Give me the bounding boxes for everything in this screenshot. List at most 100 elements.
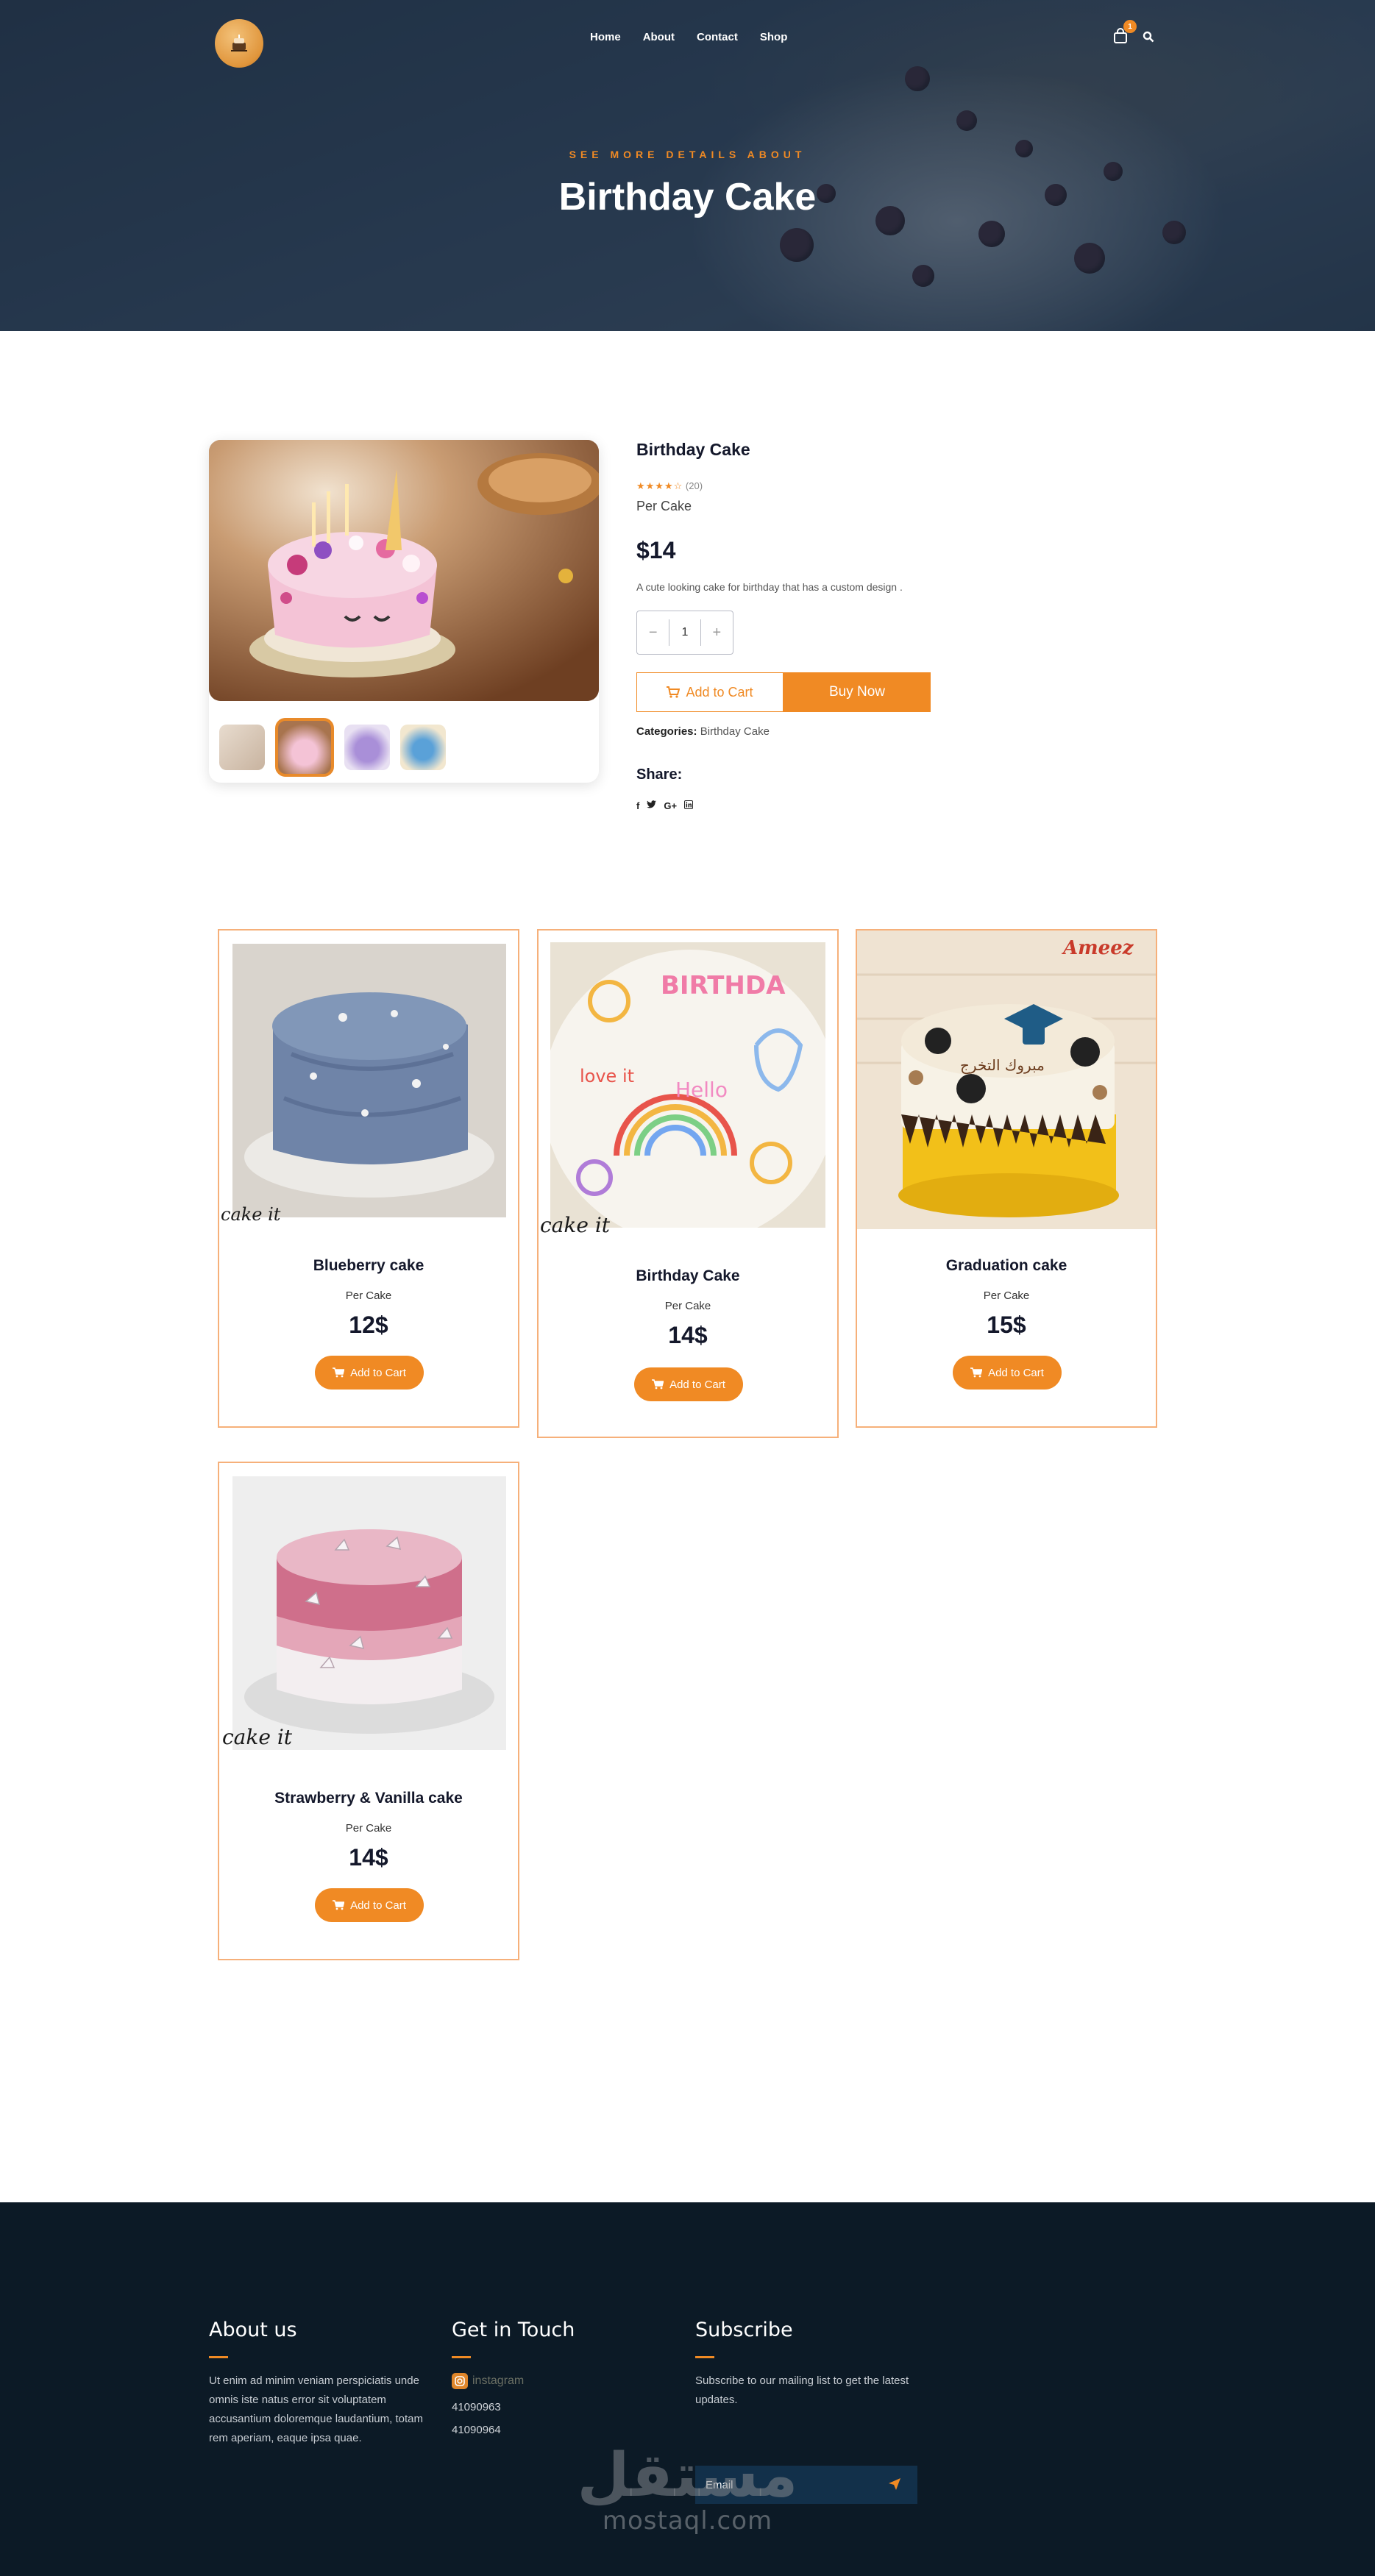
thumbnail-strip <box>219 718 446 777</box>
phone-number-1[interactable]: 41090963 <box>452 2401 672 2413</box>
card-brand-watermark: cake it <box>221 1204 281 1225</box>
add-to-cart-label: Add to Cart <box>350 1899 406 1912</box>
facebook-icon[interactable]: f <box>636 800 639 811</box>
nav-home[interactable]: Home <box>590 31 621 43</box>
cart-icon <box>652 1379 664 1390</box>
google-plus-icon[interactable]: G+ <box>664 800 677 811</box>
add-to-cart-label: Add to Cart <box>686 684 753 700</box>
add-to-cart-button[interactable]: Add to Cart <box>636 672 784 712</box>
footer-subscribe-text: Subscribe to our mailing list to get the… <box>695 2374 909 2406</box>
quantity-value[interactable]: 1 <box>669 619 701 646</box>
categories-label: Categories: <box>636 725 697 738</box>
product-price: $14 <box>636 537 676 563</box>
quantity-decrease-button[interactable]: − <box>637 611 669 655</box>
product-card: cake it Strawberry & Vanilla cake Per Ca… <box>218 1462 519 1960</box>
add-to-cart-label: Add to Cart <box>669 1378 725 1391</box>
hero-banner: Home About Contact Shop 1 SEE MORE DETAI… <box>0 0 1375 331</box>
share-icons: f G+ <box>636 800 694 811</box>
nav-contact[interactable]: Contact <box>697 31 738 43</box>
instagram-label: instagram <box>472 2374 525 2387</box>
nav-about[interactable]: About <box>643 31 675 43</box>
product-card-name[interactable]: Blueberry cake <box>219 1257 518 1275</box>
cart-icon <box>667 686 681 698</box>
quantity-stepper: − 1 + <box>636 611 733 655</box>
category-link[interactable]: Birthday Cake <box>700 725 770 738</box>
product-card-unit: Per Cake <box>345 1822 392 1835</box>
product-main-image <box>209 440 599 701</box>
footer-about-title: About us <box>209 2319 297 2341</box>
instagram-icon <box>452 2373 468 2389</box>
buy-now-button[interactable]: Buy Now <box>784 672 931 712</box>
card-brand-watermark: cake it <box>222 1725 293 1749</box>
product-unit: Per Cake <box>636 499 692 513</box>
product-description: A cute looking cake for birthday that ha… <box>636 581 903 593</box>
svg-text:love it: love it <box>580 1066 634 1086</box>
product-categories: Categories: Birthday Cake <box>636 725 770 738</box>
mostaql-watermark: مستقل mostaql.com <box>0 2441 1375 2536</box>
phone-number-2[interactable]: 41090964 <box>452 2424 672 2436</box>
footer-divider <box>695 2356 714 2358</box>
product-card: cake it Blueberry cake Per Cake 12$ Add … <box>218 929 519 1428</box>
cart-icon <box>333 1900 345 1910</box>
thumbnail-2-active[interactable] <box>275 718 334 777</box>
product-card: Ameez مبروك التخرج Graduation cake Per C… <box>856 929 1157 1428</box>
footer-contact: Get in Touch instagram 41090963 41090964 <box>452 2319 672 2436</box>
product-gallery <box>209 440 599 783</box>
share-heading: Share: <box>636 766 683 783</box>
footer-contact-title: Get in Touch <box>452 2319 575 2341</box>
hero-overlay <box>0 0 1375 331</box>
watermark-arabic: مستقل <box>577 2441 798 2511</box>
product-card-price: 12$ <box>349 1312 388 1338</box>
card-brand-watermark: cake it <box>540 1213 611 1237</box>
add-to-cart-label: Add to Cart <box>988 1366 1044 1379</box>
add-to-cart-label: Add to Cart <box>350 1366 406 1379</box>
thumbnail-4[interactable] <box>400 725 446 770</box>
product-card-unit: Per Cake <box>664 1300 711 1312</box>
rating-stars-icon: ★★★★☆ <box>636 480 683 491</box>
product-card-unit: Per Cake <box>983 1289 1030 1302</box>
footer-divider <box>452 2356 471 2358</box>
product-card-name[interactable]: Strawberry & Vanilla cake <box>219 1790 518 1807</box>
search-icon[interactable] <box>1143 31 1154 43</box>
product-rating: ★★★★☆ (20) <box>636 480 703 492</box>
add-to-cart-button[interactable]: Add to Cart <box>315 1356 424 1390</box>
main-nav: Home About Contact Shop <box>590 31 809 43</box>
add-to-cart-button[interactable]: Add to Cart <box>953 1356 1062 1390</box>
quantity-increase-button[interactable]: + <box>701 611 733 655</box>
product-card-price: 15$ <box>987 1312 1026 1338</box>
watermark-latin: mostaql.com <box>602 2506 773 2536</box>
twitter-icon[interactable] <box>647 800 657 811</box>
product-card-name[interactable]: Graduation cake <box>857 1257 1156 1275</box>
product-card-price: 14$ <box>349 1844 388 1871</box>
svg-text:BIRTHDA: BIRTHDA <box>661 971 786 1000</box>
add-to-cart-button[interactable]: Add to Cart <box>315 1888 424 1922</box>
thumbnail-3[interactable] <box>344 725 390 770</box>
product-card-image[interactable] <box>232 944 506 1217</box>
cake-logo-icon[interactable] <box>215 19 263 68</box>
footer-about: About us Ut enim ad minim veniam perspic… <box>209 2319 430 2448</box>
product-card-unit: Per Cake <box>345 1289 392 1302</box>
ameez-logo-text: Ameez <box>1061 937 1134 959</box>
add-to-cart-button[interactable]: Add to Cart <box>634 1367 743 1401</box>
product-card-price: 14$ <box>668 1322 708 1348</box>
product-card-image[interactable]: BIRTHDA Hello love it <box>550 942 825 1228</box>
product-card-image[interactable]: Ameez مبروك التخرج <box>857 931 1156 1229</box>
cart-icon <box>970 1367 983 1378</box>
footer-divider <box>209 2356 228 2358</box>
linkedin-icon[interactable] <box>684 800 694 811</box>
product-name: Birthday Cake <box>636 440 750 459</box>
product-card-image[interactable] <box>232 1476 506 1750</box>
product-card-name[interactable]: Birthday Cake <box>539 1267 837 1285</box>
rating-count: (20) <box>685 480 703 491</box>
footer-subscribe: Subscribe Subscribe to our mailing list … <box>695 2319 938 2504</box>
product-details: Birthday Cake ★★★★☆ (20) Per Cake $14 A … <box>636 440 1019 811</box>
footer-about-text: Ut enim ad minim veniam perspiciatis und… <box>209 2374 423 2444</box>
svg-text:Hello: Hello <box>675 1078 728 1102</box>
hero-kicker: SEE MORE DETAILS ABOUT <box>569 149 806 160</box>
nav-shop[interactable]: Shop <box>760 31 788 43</box>
cart-count-badge: 1 <box>1123 20 1137 33</box>
thumbnail-1[interactable] <box>219 725 265 770</box>
footer-subscribe-title: Subscribe <box>695 2319 793 2341</box>
instagram-link[interactable]: instagram <box>452 2373 672 2389</box>
cart-icon <box>333 1367 345 1378</box>
